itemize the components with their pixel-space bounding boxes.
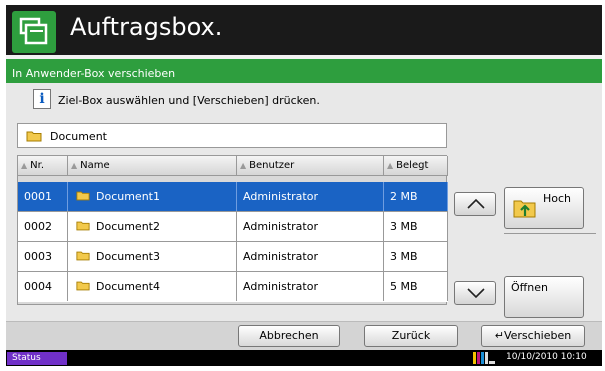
open-button[interactable]: Öffnen: [504, 276, 584, 318]
folder-icon: [26, 131, 42, 142]
folder-up-icon: [513, 200, 536, 218]
header-bar: Auftragsbox.: [6, 5, 602, 55]
up-level-label: Hoch: [543, 192, 572, 205]
status-button[interactable]: Status: [7, 352, 67, 365]
cell-used: 3 MB: [384, 212, 448, 241]
current-path: Document: [17, 123, 447, 148]
column-label: Nr.: [30, 160, 45, 171]
open-label: Öffnen: [511, 281, 548, 294]
folder-icon: [76, 281, 90, 291]
table-row[interactable]: 0004 Document4 Administrator 5 MB: [18, 272, 448, 302]
document-name: Document4: [96, 280, 160, 293]
cell-user: Administrator: [237, 272, 384, 301]
document-name: Document2: [96, 220, 160, 233]
folder-icon: [76, 221, 90, 231]
column-header-user[interactable]: ▲ Benutzer: [237, 156, 384, 176]
folder-icon: [76, 191, 90, 201]
chevron-up-icon: [467, 198, 485, 209]
app-title: Auftragsbox.: [70, 13, 223, 41]
column-label: Benutzer: [249, 160, 295, 171]
datetime: 10/10/2010 10:10: [506, 352, 587, 362]
move-panel: In Anwender-Box verschieben i Ziel-Box a…: [6, 65, 602, 321]
status-bar: Status 10/10/2010 10:10: [6, 350, 602, 366]
screen: Auftragsbox. In Anwender-Box verschieben…: [6, 5, 602, 366]
up-level-button[interactable]: Hoch: [504, 187, 584, 229]
document-name: Document3: [96, 250, 160, 263]
path-label: Document: [50, 130, 107, 143]
cell-name: Document2: [68, 212, 237, 241]
column-header-name[interactable]: ▲ Name: [68, 156, 237, 176]
document-name: Document1: [96, 190, 160, 203]
cancel-button[interactable]: Abbrechen: [238, 325, 340, 347]
cell-nr: 0001: [18, 182, 68, 211]
cell-nr: 0002: [18, 212, 68, 241]
cell-user: Administrator: [237, 212, 384, 241]
info-icon: i: [33, 89, 51, 109]
panel-title-bar: In Anwender-Box verschieben: [6, 65, 602, 83]
divider: [504, 233, 596, 234]
action-bar: Abbrechen Zurück ↵Verschieben: [6, 321, 602, 350]
info-text: Ziel-Box auswählen und [Verschieben] drü…: [58, 94, 320, 107]
chevron-down-icon: [467, 288, 485, 299]
cell-name: Document4: [68, 272, 237, 301]
enter-icon: ↵: [494, 329, 504, 342]
scroll-down-button[interactable]: [454, 281, 496, 305]
folder-icon: [76, 251, 90, 261]
cell-name: Document1: [68, 182, 237, 211]
scroll-up-button[interactable]: [454, 192, 496, 216]
cell-user: Administrator: [237, 242, 384, 271]
cell-nr: 0003: [18, 242, 68, 271]
cell-name: Document3: [68, 242, 237, 271]
column-label: Belegt: [396, 160, 429, 171]
cell-used: 2 MB: [384, 182, 448, 211]
cell-user: Administrator: [237, 182, 384, 211]
table-row[interactable]: 0003 Document3 Administrator 3 MB: [18, 242, 448, 272]
table-row[interactable]: 0001 Document1 Administrator 2 MB: [18, 182, 448, 212]
job-box-icon: [12, 11, 56, 53]
cell-used: 5 MB: [384, 272, 448, 301]
back-button[interactable]: Zurück: [364, 325, 458, 347]
toner-level-icon: [473, 352, 495, 364]
move-button[interactable]: ↵Verschieben: [481, 325, 585, 347]
column-label: Name: [80, 160, 110, 171]
cell-used: 3 MB: [384, 242, 448, 271]
panel-title: In Anwender-Box verschieben: [12, 67, 176, 80]
column-header-used[interactable]: ▲ Belegt: [384, 156, 448, 176]
move-label: Verschieben: [503, 329, 572, 342]
cell-nr: 0004: [18, 272, 68, 301]
table-row[interactable]: 0002 Document2 Administrator 3 MB: [18, 212, 448, 242]
box-table: ▲ Nr. ▲ Name ▲ Benutzer ▲ Belegt 0001 Docume…: [17, 155, 448, 305]
column-header-nr[interactable]: ▲ Nr.: [18, 156, 68, 176]
